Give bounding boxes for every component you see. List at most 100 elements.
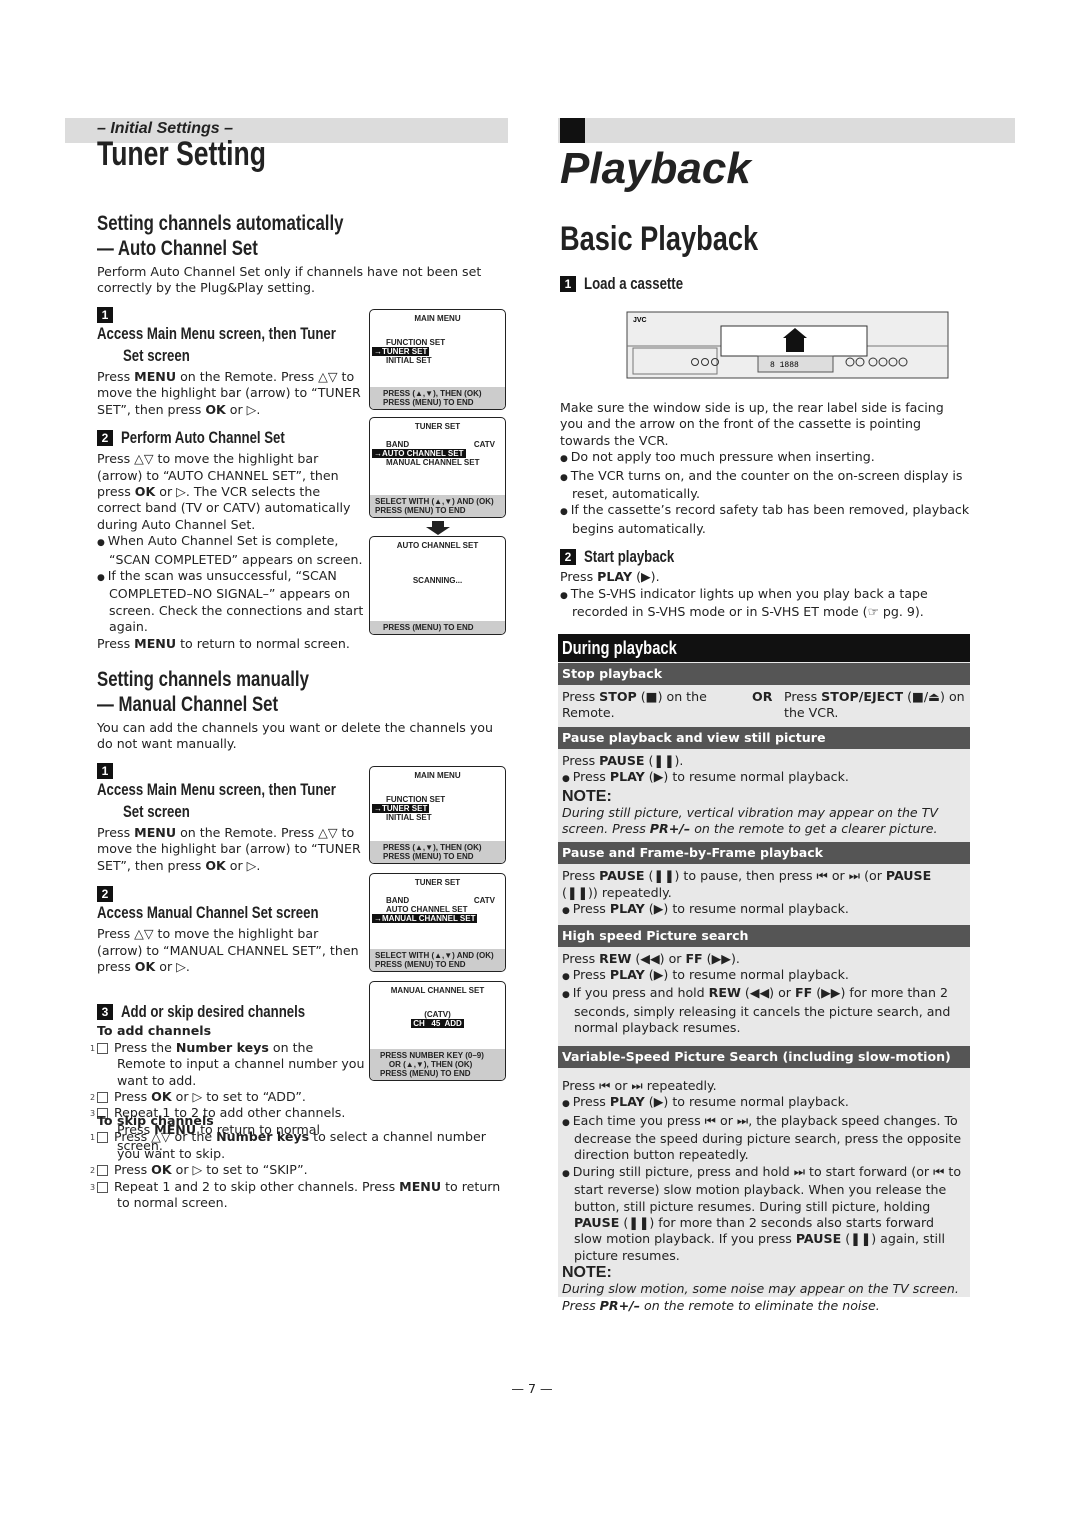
step-index: 2 [90, 1092, 108, 1104]
note-label: NOTE: [562, 787, 612, 805]
stop-remote-text: Press STOP (■) on the Remote. [562, 689, 707, 721]
stop-vcr-text: Press STOP/EJECT (■/⏏) on the VCR. [784, 689, 965, 721]
bullet: Do not apply too much pressure when inse… [560, 449, 970, 467]
section-marker [560, 118, 585, 143]
menu-item: AUTO CHANNEL SET [386, 905, 468, 914]
bullet: During still picture, press and hold ⏭ t… [562, 1164, 966, 1264]
note-text: During still picture, vertical vibration… [562, 804, 938, 837]
skip-title: To skip channels [97, 1113, 214, 1128]
subhead-stop: Stop playback [558, 663, 970, 685]
screen-hint: PRESS (▲,▼), THEN (OK) [383, 843, 482, 852]
step-text: Press OK or ▷ to set to “SKIP”. [114, 1162, 308, 1178]
auto-heading: Setting channels automatically [97, 212, 344, 235]
bullet: Press PLAY (▶) to resume normal playback… [562, 1094, 966, 1112]
menu-item-selected: →MANUAL CHANNEL SET [372, 914, 478, 923]
scanning-text: SCANNING... [412, 576, 463, 585]
channel-readout: CH 45 ADD [411, 1019, 464, 1028]
menu-item: BAND [386, 440, 410, 449]
step-number: 1 [97, 763, 113, 779]
page-number: — 7 — [511, 1381, 553, 1396]
note-label: NOTE: [562, 1264, 612, 1282]
step-number: 2 [97, 886, 113, 903]
menu-item-selected: →AUTO CHANNEL SET [372, 449, 466, 458]
vcr-display: 8 1888 [770, 361, 799, 370]
bullet: The S-VHS indicator lights up when you p… [560, 586, 970, 621]
page-title: Tuner Setting [97, 135, 266, 173]
screen-hint: PRESS (▲,▼), THEN (OK) [383, 389, 482, 398]
manual-heading-sub: — Manual Channel Set [97, 693, 279, 716]
screen-title: MAIN MENU [414, 771, 461, 780]
auto-heading-sub: — Auto Channel Set [97, 237, 258, 260]
section-title: Basic Playback [560, 220, 759, 258]
vcr-brand: JVC [633, 317, 647, 324]
during-playback-panel: During playback Stop playback Press STOP… [558, 634, 970, 1313]
menu-item: BAND [386, 896, 410, 905]
step-title: Access Main Menu screen, then Tuner [97, 325, 336, 343]
pause-text: Press PAUSE (❚❚). [562, 752, 684, 768]
bullet: Press PLAY (▶) to resume normal playback… [562, 769, 966, 787]
bullet: The VCR turns on, and the counter on the… [560, 468, 970, 503]
step-text: Press the Number keys on the Remote to i… [114, 1039, 365, 1088]
panel-title: During playback [562, 638, 677, 658]
screen-title: MANUAL CHANNEL SET [390, 986, 485, 995]
menu-item: INITIAL SET [386, 356, 432, 365]
search-text: Press REW (◀◀) or FF (▶▶). [562, 950, 740, 966]
subhead-pause: Pause playback and view still picture [558, 726, 970, 749]
step-text: Press △▽ or the Number keys to select a … [114, 1129, 486, 1161]
subhead-variable: Variable-Speed Picture Search (including… [558, 1045, 970, 1068]
section-band [558, 118, 1015, 143]
bullet: If the cassette’s record safety tab has … [560, 502, 970, 537]
step-number: 2 [560, 549, 576, 566]
screen-hint: PRESS NUMBER KEY (0–9) [380, 1051, 484, 1060]
step-title: Access Main Menu screen, then Tuner [97, 781, 336, 799]
step-text: Press OK or ▷ to set to “ADD”. [114, 1089, 306, 1105]
step-title: Load a cassette [584, 275, 684, 293]
chapter-title: Playback [560, 144, 751, 193]
start-text: Press PLAY (▶). [560, 569, 660, 585]
step-text: Press MENU on the Remote. Press △▽ to mo… [97, 369, 361, 417]
screen-title: TUNER SET [414, 878, 461, 887]
bullet: Press PLAY (▶) to resume normal playback… [562, 901, 966, 919]
step-text: Repeat 1 and 2 to skip other channels. P… [114, 1178, 501, 1211]
step-index: 1 [90, 1042, 108, 1054]
screen-hint: SELECT WITH (▲,▼) AND (OK) [375, 497, 494, 506]
step-index: 2 [90, 1165, 108, 1177]
note-text: During slow motion, some noise may appea… [562, 1281, 959, 1313]
list-item: 2 Press OK or ▷ to set to “ADD”. [90, 1089, 365, 1105]
menu-item: FUNCTION SET [386, 795, 446, 804]
screen-hint: PRESS (MENU) TO END [375, 506, 466, 515]
screen-title: MAIN MENU [414, 314, 461, 323]
screen-main-menu: MAIN MENU FUNCTION SET →TUNER SET INITIAL … [369, 309, 506, 410]
screen-tuner-set: TUNER SET BAND CATV AUTO CHANNEL SET →MANUA… [369, 873, 506, 972]
or-label: OR [752, 689, 773, 704]
menu-item: FUNCTION SET [386, 338, 446, 347]
manual-heading: Setting channels manually [97, 668, 309, 691]
step-index: 3 [90, 1181, 108, 1193]
band-value: CATV [473, 440, 495, 449]
step-title: Access Manual Channel Set screen [97, 904, 319, 923]
list-item: 3 Repeat 1 and 2 to skip other channels. … [90, 1178, 507, 1212]
step-text: Press MENU on the Remote. Press △▽ to mo… [97, 825, 361, 873]
screen-title: TUNER SET [414, 422, 461, 431]
step-title: Add or skip desired channels [121, 1003, 306, 1022]
vcr-illustration: JVC 8 1888 [625, 310, 950, 382]
down-arrow-icon [426, 521, 450, 535]
bullet: When Auto Channel Set is complete, “SCAN… [97, 533, 365, 568]
band-value: CATV [473, 896, 495, 905]
step-title: Start playback [584, 548, 675, 567]
return-text: Press MENU to return to normal screen. [97, 635, 350, 651]
menu-item: MANUAL CHANNEL SET [386, 458, 480, 467]
step-title-cont: Set screen [123, 347, 190, 365]
menu-item-selected: →TUNER SET [372, 804, 430, 813]
step-title-cont: Set screen [123, 803, 190, 821]
band-label: (CATV) [424, 1010, 451, 1019]
bullet: If the scan was unsuccessful, “SCAN COMP… [97, 568, 365, 636]
menu-item: INITIAL SET [386, 813, 432, 822]
step-text: Press △▽ to move the highlight bar (arro… [97, 451, 351, 532]
auto-intro: Perform Auto Channel Set only if channel… [97, 264, 482, 296]
screen-title: AUTO CHANNEL SET [396, 541, 479, 550]
load-text: Make sure the window side is up, the rea… [560, 400, 944, 448]
step-title: Perform Auto Channel Set [121, 429, 285, 448]
skip-steps: 1 Press △▽ or the Number keys to select a… [90, 1129, 507, 1212]
step-text: Press △▽ to move the highlight bar (arro… [97, 926, 359, 975]
